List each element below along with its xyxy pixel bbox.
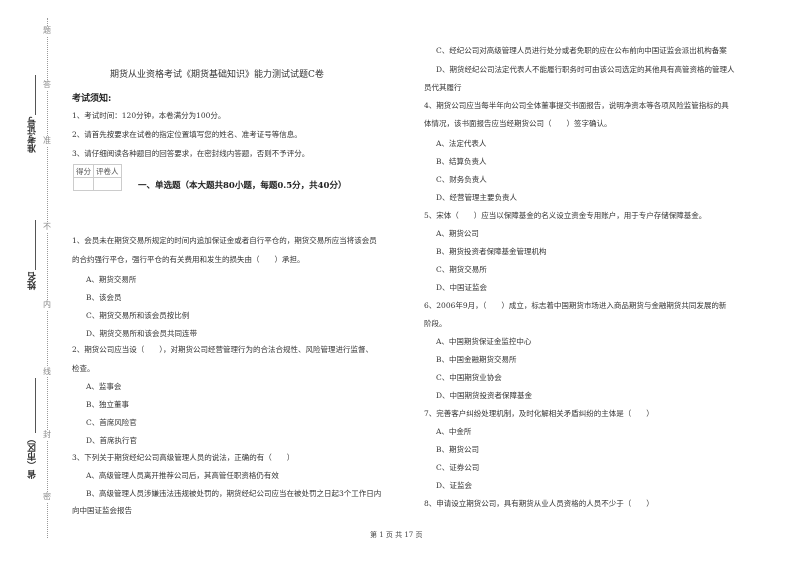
note-item: 1、考试时间：120分钟，本卷满分为100分。 (72, 111, 226, 120)
option: C、期货交易所和该会员按比例 (86, 311, 190, 320)
seal-char: 准 (41, 136, 53, 146)
seal-char: 密 (41, 492, 53, 502)
exam-id-label: 准考证号 (28, 117, 38, 153)
seal-char: 不 (41, 222, 53, 232)
option: A、法定代表人 (436, 139, 487, 148)
question-8-line1: 8、申请设立期货公司，具有期货从业人员资格的人员不少于（ ） (424, 499, 654, 508)
option: C、证券公司 (436, 463, 480, 472)
option: D、期货经纪公司法定代表人不能履行职务时可由该公司选定的其他具有高管资格的管理人 (436, 65, 735, 74)
option: A、中国期货保证金监控中心 (436, 337, 532, 346)
section-heading: 一、单选题（本大题共80小题，每题0.5分，共40分） (138, 181, 347, 191)
grader-header: 评卷人 (93, 164, 122, 178)
question-6-line1: 6、2006年9月，（ ）成立，标志着中国期货市场进入商品期货与金融期货共同发展… (424, 301, 727, 310)
binding-margin: 题 答 准 不 内 线 封 密 准考证号 姓名 省（市区） (0, 0, 60, 565)
option: D、中国证监会 (436, 283, 488, 292)
option: B、期货投资者保障基金管理机构 (436, 247, 547, 256)
option: C、财务负责人 (436, 175, 487, 184)
option: B、高级管理人员涉嫌违法违规被处罚的，期货经纪公司应当在被处罚之日起3个工作日内 (86, 489, 382, 498)
option: A、中金所 (436, 427, 472, 436)
option: B、期货公司 (436, 445, 480, 454)
seal-line (47, 18, 48, 538)
page-title: 期货从业资格考试《期货基础知识》能力测试试题C卷 (110, 70, 324, 80)
name-label: 姓名 (28, 272, 38, 290)
question-6-line2: 阶段。 (424, 319, 447, 328)
page-footer: 第 1 页 共 17 页 (370, 531, 423, 539)
option: B、中国金融期货交易所 (436, 355, 517, 364)
note-item: 2、请首先按要求在试卷的指定位置填写您的姓名、准考证号等信息。 (72, 130, 302, 139)
question-4-line2: 体情况，该书面报告应当经期货公司（ ）签字确认。 (424, 119, 612, 128)
question-7-line1: 7、完善客户纠纷处理机制，及时化解相关矛盾纠纷的主体是（ ） (424, 409, 654, 418)
score-cell[interactable] (73, 177, 94, 191)
option: D、证监会 (436, 481, 473, 490)
option: B、该会员 (86, 293, 122, 302)
question-2-line2: 检查。 (72, 364, 95, 373)
option: C、期货交易所 (436, 265, 487, 274)
question-3-cont: 向中国证监会报告 (72, 506, 132, 515)
option-cont: 员代其履行 (424, 83, 462, 92)
seal-char: 答 (41, 80, 53, 90)
seal-char: 封 (41, 430, 53, 440)
option: D、首席执行官 (86, 436, 138, 445)
notes-heading: 考试须知: (72, 94, 112, 104)
province-label: 省（市区） (28, 434, 38, 479)
question-1-line1: 1、会员未在期货交易所规定的时间内追加保证金或者自行平仓的，期货交易所应当将该会… (72, 236, 377, 245)
exam-id-line (35, 75, 36, 115)
grader-cell[interactable] (93, 177, 122, 191)
option: C、中国期货业协会 (436, 373, 502, 382)
score-table: 得分 评卷人 (73, 164, 122, 191)
question-3-line1: 3、下列关于期货经纪公司高级管理人员的说法，正确的有（ ） (72, 453, 295, 462)
option: B、独立董事 (86, 400, 130, 409)
option: A、期货公司 (436, 229, 479, 238)
name-line (35, 220, 36, 270)
option: B、结算负责人 (436, 157, 487, 166)
question-5-line1: 5、宋体（ ）应当以保障基金的名义设立资金专用账户，用于专户存储保障基金。 (424, 211, 707, 220)
option: A、监事会 (86, 382, 122, 391)
option: D、中国期货投资者保障基金 (436, 391, 533, 400)
option: C、首席风险官 (86, 418, 137, 427)
question-4-line1: 4、期货公司应当每半年向公司全体董事提交书面报告，说明净资本等各项风险监管指标的… (424, 101, 729, 110)
question-1-line2: 的合约强行平仓，强行平仓的有关费用和发生的损失由（ ）承担。 (72, 255, 305, 264)
option: D、经营管理主要负责人 (436, 193, 518, 202)
seal-char: 内 (41, 300, 53, 310)
option: D、期货交易所和该会员共同连带 (86, 329, 198, 338)
option: A、高级管理人员离开推荐公司后，其高管任职资格仍有效 (86, 471, 279, 480)
seal-char: 线 (41, 367, 53, 377)
question-2-line1: 2、期货公司应当设（ ），对期货公司经营管理行为的合法合规性、风险管理进行监督、 (72, 345, 374, 354)
option: A、期货交易所 (86, 275, 137, 284)
province-line (35, 378, 36, 433)
score-header: 得分 (73, 164, 94, 178)
note-item: 3、请仔细阅读各种题目的回答要求，在密封线内答题，否则不予评分。 (72, 149, 310, 158)
seal-char: 题 (41, 26, 53, 36)
option: C、经纪公司对高级管理人员进行处分或者免职的应在公布前向中国证监会派出机构备案 (436, 46, 727, 55)
